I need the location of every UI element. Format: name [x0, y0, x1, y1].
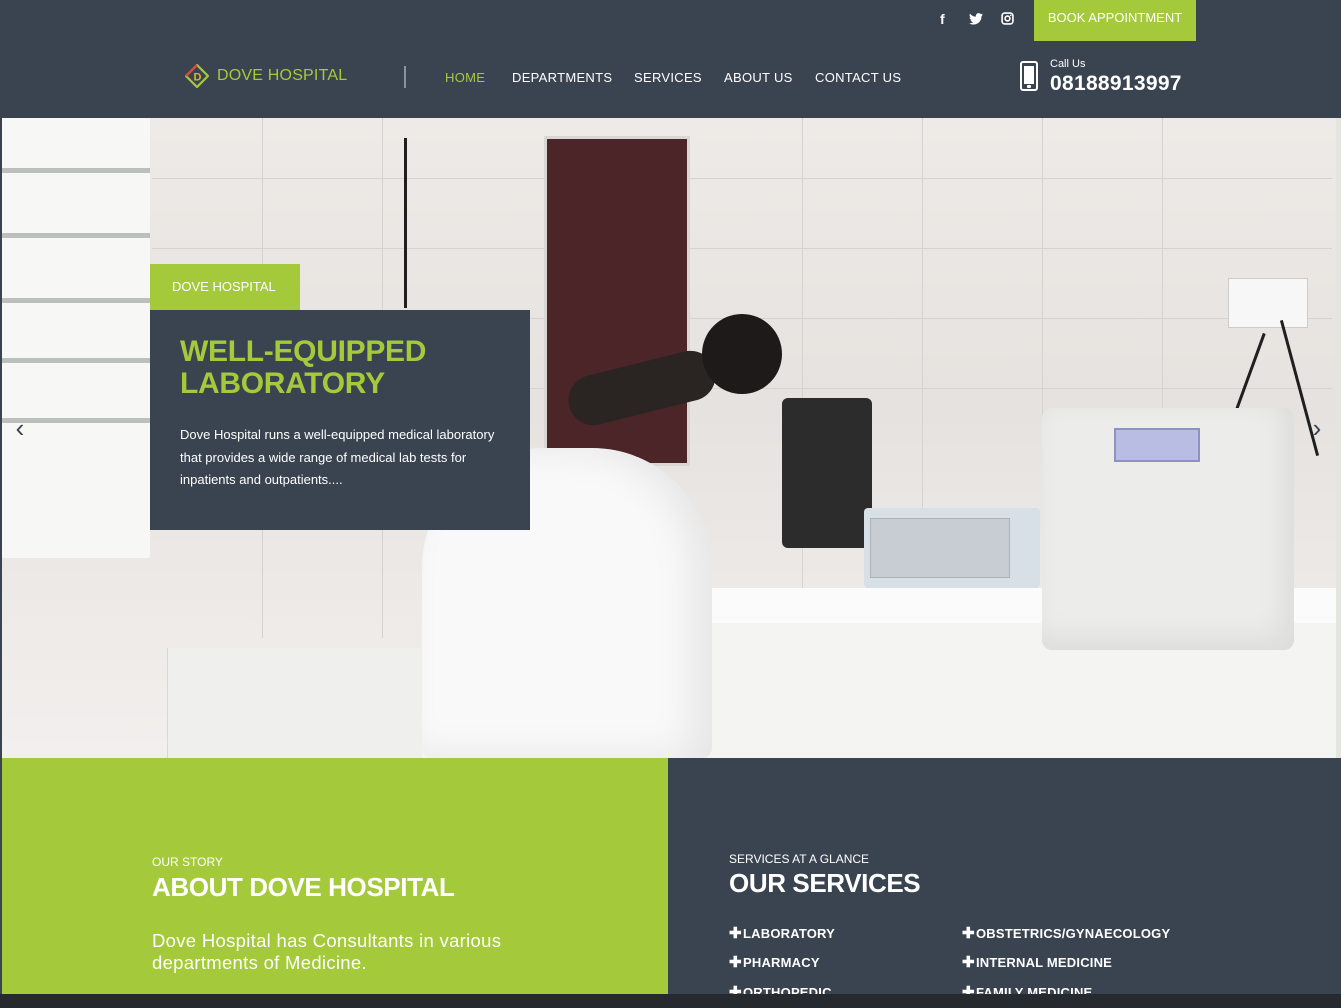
header-divider — [404, 66, 406, 88]
svg-text:D: D — [194, 72, 202, 84]
instagram-icon[interactable] — [1001, 12, 1014, 25]
plus-icon: ✚ — [729, 954, 742, 971]
service-label: INTERNAL MEDICINE — [976, 955, 1113, 970]
logo-text: DOVE HOSPITAL — [217, 67, 348, 84]
services-title: OUR SERVICES — [729, 868, 921, 898]
service-item-obstetrics-gynaecology[interactable]: ✚OBSTETRICS/GYNAECOLOGY — [962, 924, 1170, 942]
service-label: PHARMACY — [743, 955, 820, 970]
call-number[interactable]: 08188913997 — [1050, 72, 1182, 96]
slide-text: Dove Hospital runs a well-equipped medic… — [180, 427, 495, 487]
about-eyebrow: OUR STORY — [152, 855, 223, 869]
nav-home[interactable]: HOME — [445, 70, 485, 85]
page-edge — [1336, 118, 1341, 758]
logo[interactable]: D DOVE HOSPITAL — [185, 64, 347, 88]
about-text: Dove Hospital has Consultants in various… — [152, 930, 502, 973]
twitter-icon[interactable] — [969, 12, 983, 25]
nav-departments[interactable]: DEPARTMENTS — [512, 70, 612, 85]
slide-title: WELL-EQUIPPED LABORATORY — [180, 335, 427, 400]
nav-services[interactable]: SERVICES — [634, 70, 702, 85]
nav-contact-us[interactable]: CONTACT US — [815, 70, 901, 85]
service-item-pharmacy[interactable]: ✚PHARMACY — [729, 953, 820, 971]
phone-icon — [1020, 61, 1038, 91]
nav-about-us[interactable]: ABOUT US — [724, 70, 793, 85]
service-label: LABORATORY — [743, 926, 836, 941]
slide-caption-box: WELL-EQUIPPED LABORATORY Dove Hospital r… — [150, 310, 530, 530]
book-appointment-button[interactable]: BOOK APPOINTMENT — [1034, 0, 1196, 41]
about-title: ABOUT DOVE HOSPITAL — [152, 872, 455, 902]
window-bottom-bar — [0, 994, 1341, 1008]
facebook-icon[interactable]: f — [940, 11, 945, 27]
dove-logo-icon: D — [185, 64, 209, 88]
plus-icon: ✚ — [962, 925, 975, 942]
services-eyebrow: SERVICES AT A GLANCE — [729, 852, 870, 866]
service-item-internal-medicine[interactable]: ✚INTERNAL MEDICINE — [962, 953, 1112, 971]
call-label: Call Us — [1050, 58, 1086, 70]
service-label: OBSTETRICS/GYNAECOLOGY — [976, 926, 1171, 941]
slider-prev-arrow[interactable]: ‹ — [8, 415, 32, 441]
plus-icon: ✚ — [962, 954, 975, 971]
slide-tag: DOVE HOSPITAL — [150, 264, 300, 310]
hero-slider: ‹ › DOVE HOSPITAL WELL-EQUIPPED LABORATO… — [2, 118, 1336, 758]
slider-next-arrow[interactable]: › — [1305, 415, 1329, 441]
service-item-laboratory[interactable]: ✚LABORATORY — [729, 924, 835, 942]
site-header: f BOOK APPOINTMENT D DOVE HOSPITAL HOME … — [2, 0, 1339, 118]
plus-icon: ✚ — [729, 925, 742, 942]
